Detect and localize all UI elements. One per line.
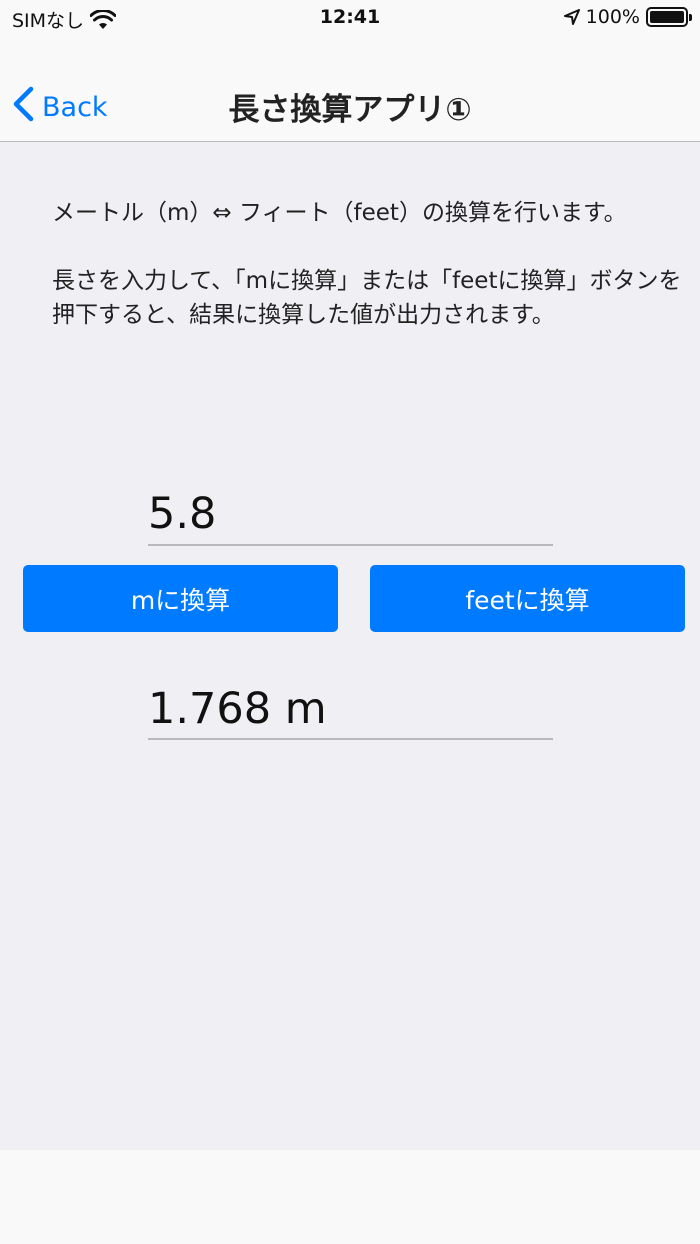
- location-arrow-icon: [563, 9, 580, 25]
- battery-fill: [650, 11, 684, 23]
- battery-icon: [646, 7, 692, 27]
- navigation-bar: Back 長さ換算アプリ①: [0, 40, 700, 142]
- convert-to-feet-button[interactable]: feetに換算: [370, 565, 685, 632]
- length-input[interactable]: [148, 484, 553, 546]
- description-text: メートル（m）⇔ フィート（feet）の換算を行います。 長さを入力して、「mに…: [52, 196, 682, 366]
- description-line-1: メートル（m）⇔ フィート（feet）の換算を行います。: [52, 200, 627, 226]
- page-title: 長さ換算アプリ①: [228, 92, 472, 128]
- status-right: 100%: [563, 6, 692, 28]
- description-line-2: 長さを入力して、「mに換算」または「feetに換算」ボタンを押下すると、結果に換…: [52, 268, 682, 328]
- status-bar: SIMなし 12:41 100%: [0, 0, 700, 40]
- convert-to-m-button[interactable]: mに換算: [23, 565, 338, 632]
- bottom-area: [0, 1150, 700, 1244]
- main-content: メートル（m）⇔ フィート（feet）の換算を行います。 長さを入力して、「mに…: [0, 142, 700, 1150]
- result-output: 1.768 m: [148, 678, 553, 740]
- battery-percent: 100%: [585, 6, 640, 28]
